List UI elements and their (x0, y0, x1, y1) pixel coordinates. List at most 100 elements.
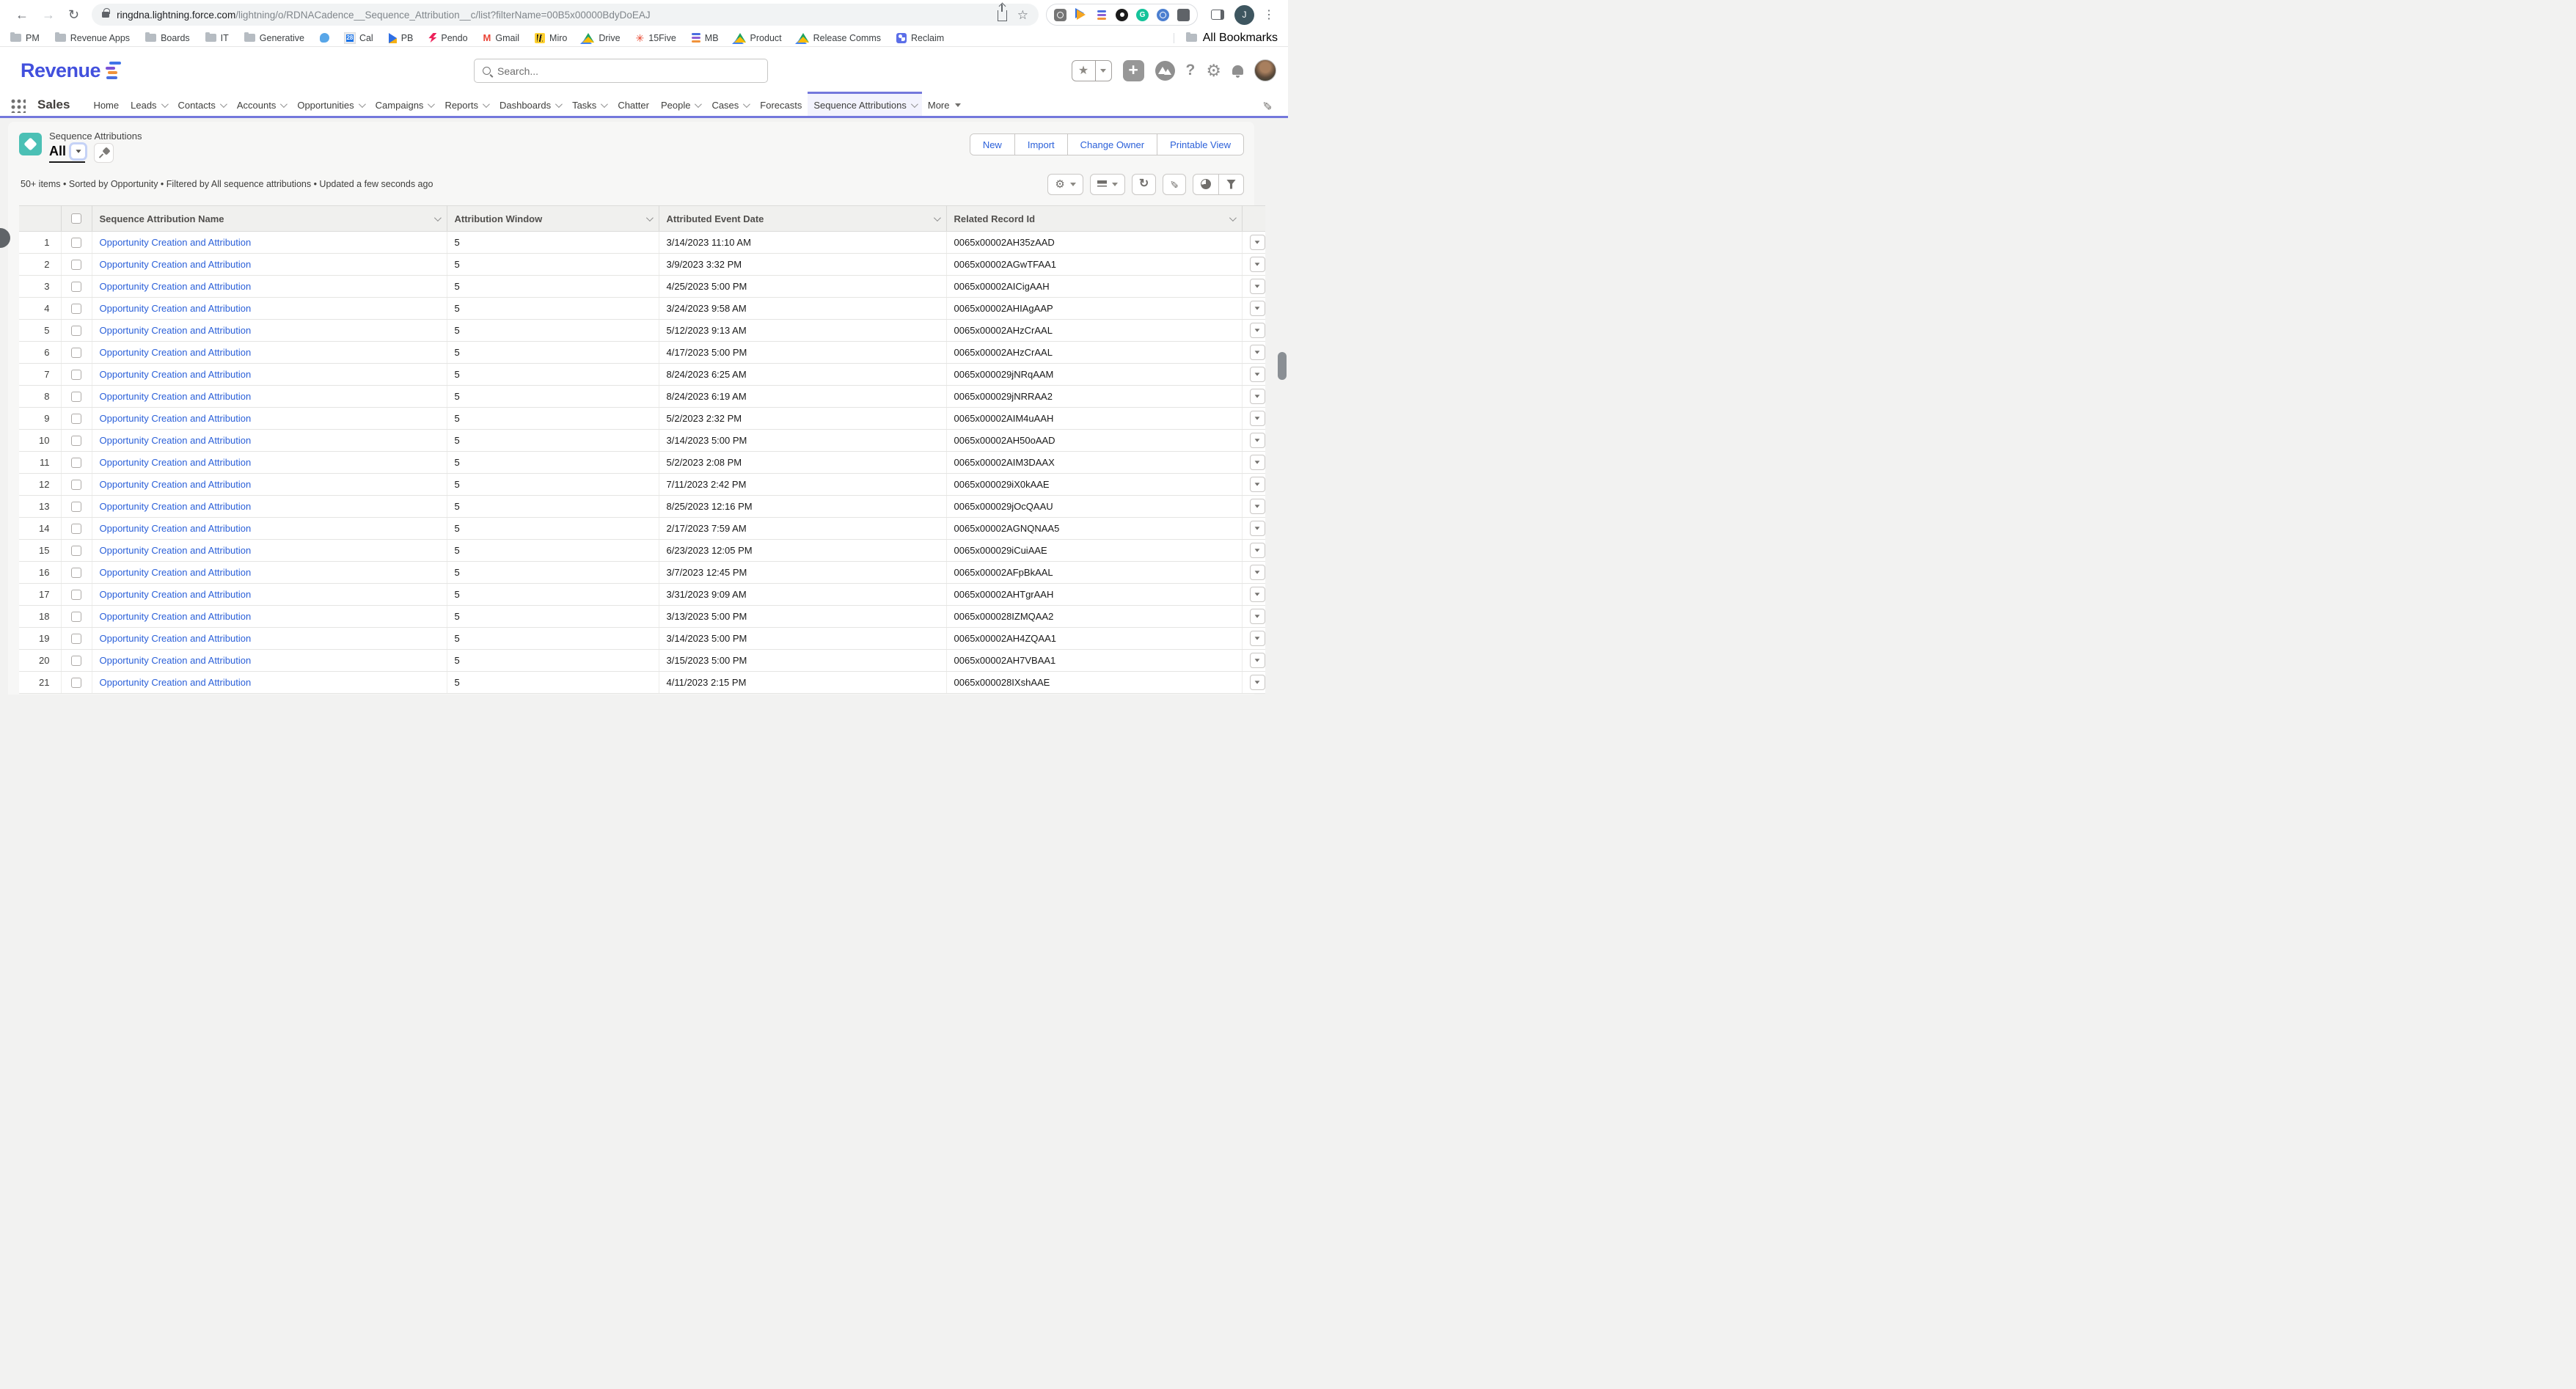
bookmark-pm[interactable]: PM (10, 33, 40, 43)
new-button[interactable]: New (970, 134, 1014, 155)
row-actions-dropdown[interactable] (1250, 565, 1265, 580)
app-launcher-icon[interactable] (10, 98, 26, 113)
row-checkbox[interactable] (71, 370, 81, 380)
puzzle-extension-icon[interactable] (1177, 9, 1190, 21)
row-checkbox[interactable] (71, 392, 81, 402)
tab-forecasts[interactable]: Forecasts (754, 94, 808, 116)
row-checkbox[interactable] (71, 678, 81, 688)
row-checkbox[interactable] (71, 282, 81, 292)
tab-opportunities[interactable]: Opportunities (291, 94, 369, 116)
row-checkbox[interactable] (71, 436, 81, 446)
tab-reports[interactable]: Reports (439, 94, 494, 116)
record-link[interactable]: Opportunity Creation and Attribution (100, 369, 252, 380)
bookmark-15five[interactable]: ✳15Five (636, 33, 676, 43)
refresh-button[interactable]: ↻ (1132, 174, 1156, 195)
record-link[interactable]: Opportunity Creation and Attribution (100, 479, 252, 490)
view-selector-caret[interactable] (71, 144, 85, 158)
row-checkbox[interactable] (71, 348, 81, 358)
row-actions-dropdown[interactable] (1250, 235, 1265, 250)
row-actions-dropdown[interactable] (1250, 455, 1265, 470)
address-bar[interactable]: ringdna.lightning.force.com /lightning/o… (92, 4, 1039, 26)
row-checkbox[interactable] (71, 612, 81, 622)
bookmark-release-comms[interactable]: Release Comms (797, 33, 881, 43)
record-link[interactable]: Opportunity Creation and Attribution (100, 413, 252, 424)
row-checkbox[interactable] (71, 480, 81, 490)
column-header-sequence-attribution-name[interactable]: Sequence Attribution Name (92, 206, 447, 232)
row-checkbox[interactable] (71, 414, 81, 424)
record-link[interactable]: Opportunity Creation and Attribution (100, 435, 252, 446)
record-link[interactable]: Opportunity Creation and Attribution (100, 677, 252, 688)
bookmark-it[interactable]: IT (205, 33, 229, 43)
row-checkbox[interactable] (71, 326, 81, 336)
record-link[interactable]: Opportunity Creation and Attribution (100, 611, 252, 622)
row-actions-dropdown[interactable] (1250, 631, 1265, 646)
printable-view-button[interactable]: Printable View (1157, 134, 1243, 155)
bookmark-cal[interactable]: 28Cal (345, 33, 373, 43)
forward-icon[interactable]: → (42, 7, 55, 23)
bookmark-pendo[interactable]: Pendo (428, 33, 467, 43)
row-actions-dropdown[interactable] (1250, 411, 1265, 426)
record-link[interactable]: Opportunity Creation and Attribution (100, 457, 252, 468)
record-link[interactable]: Opportunity Creation and Attribution (100, 325, 252, 336)
column-header-attribution-window[interactable]: Attribution Window (447, 206, 659, 232)
row-actions-dropdown[interactable] (1250, 609, 1265, 624)
record-link[interactable]: Opportunity Creation and Attribution (100, 589, 252, 600)
row-actions-dropdown[interactable] (1250, 521, 1265, 536)
row-checkbox[interactable] (71, 458, 81, 468)
gear-button[interactable]: ⚙ (1047, 174, 1083, 195)
row-checkbox[interactable] (71, 590, 81, 600)
row-actions-dropdown[interactable] (1250, 499, 1265, 514)
tab-chatter[interactable]: Chatter (612, 94, 655, 116)
record-link[interactable]: Opportunity Creation and Attribution (100, 567, 252, 578)
row-checkbox[interactable] (71, 260, 81, 270)
play-extension-icon[interactable] (1075, 9, 1087, 21)
record-link[interactable]: Opportunity Creation and Attribution (100, 633, 252, 644)
row-checkbox[interactable] (71, 304, 81, 314)
user-avatar[interactable] (1254, 59, 1276, 81)
clock-extension-icon[interactable] (1157, 9, 1169, 21)
all-bookmarks[interactable]: All Bookmarks (1174, 32, 1278, 45)
row-actions-dropdown[interactable] (1250, 675, 1265, 690)
tab-contacts[interactable]: Contacts (172, 94, 231, 116)
record-link[interactable]: Opportunity Creation and Attribution (100, 303, 252, 314)
record-link[interactable]: Opportunity Creation and Attribution (100, 347, 252, 358)
record-link[interactable]: Opportunity Creation and Attribution (100, 281, 252, 292)
vertical-scrollbar[interactable] (1278, 352, 1287, 380)
tab-tasks[interactable]: Tasks (566, 94, 612, 116)
list-view-picker[interactable]: All (49, 144, 85, 163)
revenue-logo[interactable]: Revenue (21, 59, 121, 82)
column-header-attributed-event-date[interactable]: Attributed Event Date (659, 206, 946, 232)
share-icon[interactable] (998, 10, 1007, 21)
row-checkbox[interactable] (71, 502, 81, 512)
row-checkbox[interactable] (71, 238, 81, 248)
row-actions-dropdown[interactable] (1250, 433, 1265, 448)
import-button[interactable]: Import (1014, 134, 1067, 155)
bookmark-gmail[interactable]: MGmail (483, 32, 520, 43)
search-input[interactable] (497, 65, 759, 77)
global-search[interactable] (474, 59, 768, 83)
favorites-button[interactable]: ★ (1072, 60, 1112, 81)
pin-list-icon[interactable] (94, 143, 114, 163)
row-actions-dropdown[interactable] (1250, 279, 1265, 294)
list-extension-icon[interactable] (1095, 9, 1108, 21)
global-actions-icon[interactable]: + (1123, 60, 1144, 81)
bookmark-generative[interactable]: Generative (244, 33, 304, 43)
record-link[interactable]: Opportunity Creation and Attribution (100, 237, 252, 248)
tab-leads[interactable]: Leads (125, 94, 172, 116)
tab-accounts[interactable]: Accounts (231, 94, 291, 116)
pie-button[interactable] (1193, 175, 1218, 194)
grammarly-extension-icon[interactable]: G (1136, 9, 1149, 21)
help-icon[interactable]: ? (1186, 62, 1196, 79)
bookmark-boards[interactable]: Boards (145, 33, 190, 43)
row-actions-dropdown[interactable] (1250, 367, 1265, 382)
notifications-bell-icon[interactable] (1232, 65, 1243, 75)
camera-extension-icon[interactable] (1054, 9, 1066, 21)
tab-dashboards[interactable]: Dashboards (494, 94, 566, 116)
guidance-center-icon[interactable] (1155, 61, 1175, 81)
row-actions-dropdown[interactable] (1250, 345, 1265, 360)
pencil-button[interactable]: ✎ (1163, 174, 1186, 195)
bookmark-star-icon[interactable]: ☆ (1017, 9, 1028, 21)
bookmark-product[interactable]: Product (734, 33, 782, 43)
setup-gear-icon[interactable]: ⚙ (1206, 62, 1221, 79)
select-all-checkbox[interactable] (71, 213, 81, 224)
